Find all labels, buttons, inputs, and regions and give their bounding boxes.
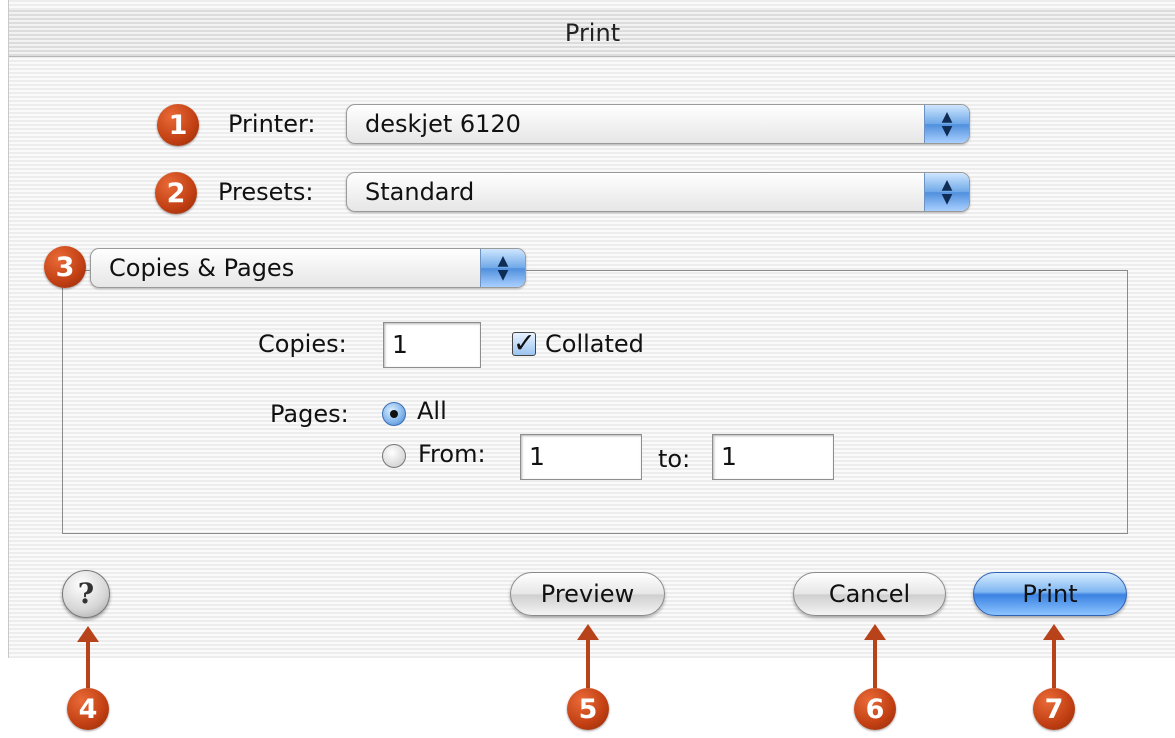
printer-popup[interactable]: deskjet 6120 ▲ ▼ (346, 104, 970, 144)
pages-from-radio[interactable] (382, 444, 406, 468)
callout-arrow-6 (864, 624, 886, 688)
pages-all-label: All (417, 397, 447, 425)
popup-arrows-icon: ▲ ▼ (924, 173, 969, 211)
copies-label: Copies: (258, 330, 347, 358)
pages-label: Pages: (270, 400, 349, 428)
callout-arrow-4 (77, 626, 99, 688)
cancel-button[interactable]: Cancel (793, 572, 946, 616)
callout-badge-2: 2 (155, 172, 197, 214)
presets-label: Presets: (218, 178, 314, 206)
preview-button[interactable]: Preview (510, 572, 665, 616)
printer-label: Printer: (228, 110, 316, 138)
callout-badge-3: 3 (44, 246, 86, 288)
dialog-title: Print (9, 10, 1175, 57)
collated-label: Collated (545, 330, 644, 358)
pages-from-field[interactable]: 1 (520, 434, 642, 480)
popup-arrows-icon: ▲ ▼ (480, 249, 525, 287)
pages-to-label: to: (658, 445, 691, 473)
callout-badge-5: 5 (567, 688, 609, 730)
collated-checkbox[interactable]: ✓ (512, 330, 536, 357)
callout-arrow-5 (577, 624, 599, 688)
printer-value: deskjet 6120 (365, 110, 521, 138)
pages-from-label: From: (418, 440, 486, 468)
copies-field[interactable]: 1 (383, 322, 481, 368)
callout-badge-1: 1 (157, 104, 199, 146)
pages-all-radio[interactable] (382, 402, 406, 426)
help-button[interactable]: ? (62, 570, 110, 618)
presets-popup[interactable]: Standard ▲ ▼ (346, 172, 970, 212)
panel-selector-value: Copies & Pages (109, 254, 295, 282)
callout-arrow-7 (1043, 624, 1065, 688)
panel-selector-popup[interactable]: Copies & Pages ▲ ▼ (90, 248, 526, 288)
copies-pages-panel (62, 270, 1128, 534)
presets-value: Standard (365, 178, 475, 206)
popup-arrows-icon: ▲ ▼ (924, 105, 969, 143)
pages-to-field[interactable]: 1 (712, 434, 834, 480)
callout-badge-7: 7 (1033, 688, 1075, 730)
callout-badge-4: 4 (67, 688, 109, 730)
print-button[interactable]: Print (973, 572, 1127, 616)
callout-badge-6: 6 (854, 688, 896, 730)
